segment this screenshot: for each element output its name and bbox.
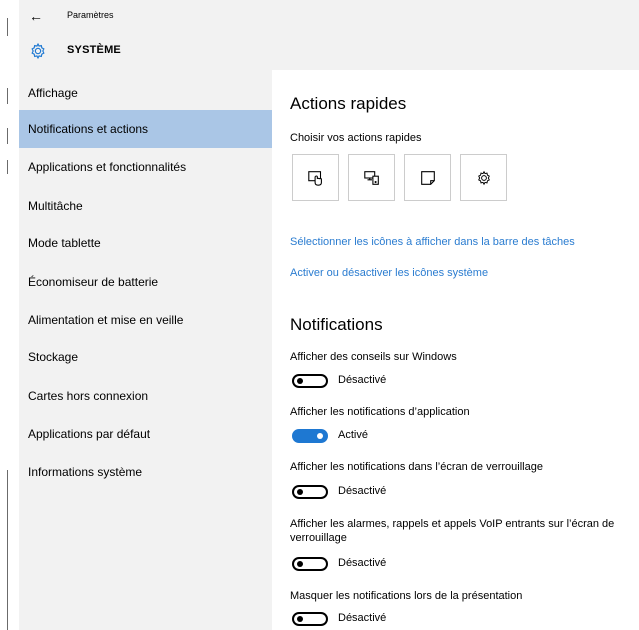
connect-display-icon (363, 170, 379, 185)
toggle-state-conseils: Désactivé (338, 374, 387, 386)
toggle-alarmes[interactable] (292, 557, 328, 571)
edge-tick (7, 470, 8, 630)
toggle-presentation[interactable] (292, 612, 328, 626)
tile-settings[interactable] (460, 154, 507, 201)
sidebar-nav: Affichage Notifications et actions Appli… (19, 70, 272, 630)
sidebar-item-applications[interactable]: Applications et fonctionnalités (19, 148, 272, 186)
settings-window: ← Paramètres SYSTÈME Affichage Notificat… (19, 0, 639, 630)
toggle-state-presentation: Désactivé (338, 612, 387, 624)
setting-label-verrouillage: Afficher les notifications dans l’écran … (290, 461, 543, 473)
toggle-state-notifications-app: Activé (338, 429, 368, 441)
sidebar-item-informations[interactable]: Informations système (19, 453, 272, 491)
sidebar-item-alimentation[interactable]: Alimentation et mise en veille (19, 301, 272, 339)
quick-actions-heading: Actions rapides (290, 94, 407, 113)
sidebar-item-batterie[interactable]: Économiseur de batterie (19, 263, 272, 301)
window-title: Paramètres (67, 10, 114, 20)
sidebar-item-affichage[interactable]: Affichage (19, 74, 272, 112)
toggle-verrouillage[interactable] (292, 485, 328, 499)
gear-icon (31, 42, 45, 60)
setting-label-notifications-app: Afficher les notifications d’application (290, 406, 470, 418)
toggle-state-verrouillage: Désactivé (338, 485, 387, 497)
sidebar-item-cartes[interactable]: Cartes hors connexion (19, 377, 272, 415)
quick-actions-tiles (292, 154, 612, 202)
edge-tick (7, 128, 8, 144)
notifications-heading: Notifications (290, 315, 383, 334)
toggle-knob (317, 433, 323, 439)
content-pane: Actions rapides Choisir vos actions rapi… (290, 70, 639, 630)
tile-tablet-mode[interactable] (292, 154, 339, 201)
quick-actions-subtitle: Choisir vos actions rapides (290, 132, 422, 144)
title-bar: ← Paramètres (19, 0, 639, 32)
toggle-knob (297, 378, 303, 384)
link-system-icons[interactable]: Activer ou désactiver les icônes système (290, 267, 488, 279)
sidebar-item-stockage[interactable]: Stockage (19, 338, 272, 376)
sidebar-item-notifications[interactable]: Notifications et actions (19, 110, 272, 148)
toggle-state-alarmes: Désactivé (338, 557, 387, 569)
setting-label-presentation: Masquer les notifications lors de la pré… (290, 590, 523, 602)
tile-note[interactable] (404, 154, 451, 201)
toggle-conseils[interactable] (292, 374, 328, 388)
sidebar-item-multitache[interactable]: Multitâche (19, 187, 272, 225)
toggle-knob (297, 489, 303, 495)
edge-tick (7, 88, 8, 104)
edge-tick (7, 18, 8, 36)
sidebar-item-applications-defaut[interactable]: Applications par défaut (19, 415, 272, 453)
window-left-edge (0, 0, 19, 630)
page-header: SYSTÈME (19, 32, 639, 70)
back-arrow-icon[interactable]: ← (29, 7, 47, 25)
tablet-mode-icon (307, 170, 322, 186)
setting-label-alarmes: Afficher les alarmes, rappels et appels … (290, 518, 615, 544)
edge-tick (7, 160, 8, 174)
setting-label-conseils: Afficher des conseils sur Windows (290, 351, 457, 363)
page-title: SYSTÈME (67, 44, 121, 56)
tile-connect-display[interactable] (348, 154, 395, 201)
settings-gear-icon (477, 170, 490, 185)
sidebar-item-mode-tablette[interactable]: Mode tablette (19, 224, 272, 262)
note-icon (420, 170, 435, 185)
toggle-notifications-app[interactable] (292, 429, 328, 443)
link-taskbar-icons[interactable]: Sélectionner les icônes à afficher dans … (290, 236, 575, 248)
toggle-knob (297, 616, 303, 622)
toggle-knob (297, 561, 303, 567)
